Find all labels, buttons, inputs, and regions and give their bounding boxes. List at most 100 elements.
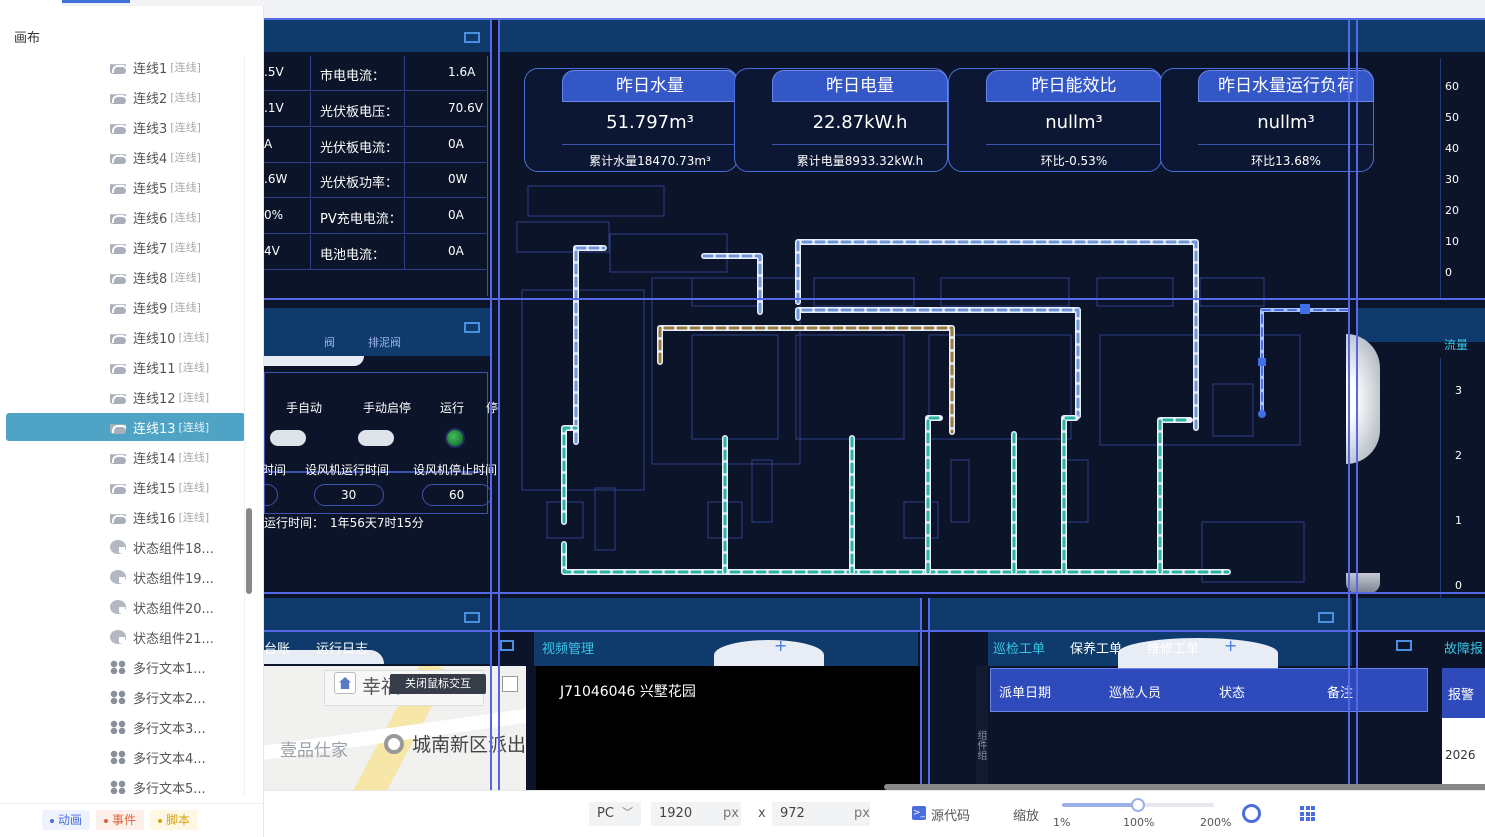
workorder-column[interactable]: 状态 — [1219, 682, 1245, 701]
video-channel: J71046046 兴墅花园 — [560, 684, 696, 700]
tab-ledger[interactable]: 台账 — [264, 638, 290, 657]
device-select[interactable]: PC ﹀ — [589, 802, 641, 826]
tab-maintenance-order[interactable]: 保养工单 — [1070, 638, 1122, 657]
panel-tab-active[interactable] — [62, 0, 130, 6]
zoom-slider[interactable] — [1062, 798, 1214, 812]
line-icon — [110, 64, 126, 74]
layer-item[interactable]: 连线16 [连线] — [6, 503, 245, 531]
stop-time-input[interactable]: 60 — [422, 484, 492, 506]
disable-map-interaction-button[interactable]: 关闭鼠标交互 — [390, 674, 486, 694]
layer-item[interactable]: 连线8 [连线] — [6, 263, 245, 291]
layer-item[interactable]: 连线3 [连线] — [6, 113, 245, 141]
layer-name: 连线7 — [133, 241, 168, 257]
layer-item[interactable]: 连线10 [连线] — [6, 323, 245, 351]
layer-item[interactable]: 连线5 [连线] — [6, 173, 245, 201]
axis-tick: 30 — [1445, 173, 1459, 186]
tab-script[interactable]: 脚本 — [150, 810, 199, 830]
tab-repair-order[interactable]: 维修工单 — [1147, 638, 1199, 657]
auto-toggle[interactable] — [270, 430, 306, 446]
layer-item[interactable]: 多行文本1... — [6, 653, 245, 681]
layer-name: 连线10 — [133, 331, 176, 347]
dashboard-board[interactable]: .5V 市电电流： 1.6A .1V 光伏板电压： 70.6V A 光伏板电流： 0A .6W 光伏… — [264, 18, 1485, 790]
manual-toggle[interactable] — [358, 430, 394, 446]
tab-run-log[interactable]: 运行日志 — [316, 638, 368, 657]
layer-item[interactable]: 连线9 [连线] — [6, 293, 245, 321]
metric-row: A 光伏板电流： 0A — [264, 127, 488, 163]
canvas-width-input[interactable]: 1920 px — [651, 802, 741, 826]
design-canvas[interactable]: .5V 市电电流： 1.6A .1V 光伏板电压： 70.6V A 光伏板电流： 0A .6W 光伏… — [264, 0, 1485, 790]
layer-tag: [连线] — [170, 301, 201, 314]
layer-item[interactable]: 多行文本2... — [6, 683, 245, 711]
metric-value: 1.6A — [448, 65, 476, 79]
line-icon — [110, 514, 126, 524]
panel-maximize-icon[interactable] — [1318, 612, 1334, 623]
panel-maximize-icon[interactable] — [464, 612, 480, 623]
line-icon — [110, 334, 126, 344]
map-label-poi: 壹品仕家 — [280, 741, 348, 761]
panel-maximize-icon[interactable] — [464, 322, 480, 333]
tab-inspection-order[interactable]: 巡检工单 — [993, 638, 1045, 657]
layer-item[interactable]: 状态组件21... — [6, 623, 245, 651]
layer-name: 连线12 — [133, 391, 176, 407]
layer-item[interactable]: 连线7 [连线] — [6, 233, 245, 261]
grid-icon[interactable] — [1300, 806, 1315, 821]
line-icon — [110, 304, 126, 314]
line-icon — [110, 94, 126, 104]
layer-tag: [连线] — [170, 91, 201, 104]
line-icon — [110, 484, 126, 494]
reset-zoom-icon[interactable] — [1242, 804, 1261, 823]
running-indicator — [445, 428, 465, 448]
process-pipeline-diagram[interactable] — [500, 52, 1358, 598]
workorder-column[interactable]: 派单日期 — [999, 682, 1051, 701]
layer-item[interactable]: 连线2 [连线] — [6, 83, 245, 111]
metric-row: 0% PV充电电流： 0A — [264, 199, 488, 235]
metrics-table: .5V 市电电流： 1.6A .1V 光伏板电压： 70.6V A 光伏板电流： 0A .6W 光伏… — [264, 56, 488, 296]
line-icon — [110, 424, 126, 434]
panel-maximize-icon[interactable] — [1396, 640, 1412, 651]
tab-event[interactable]: 事件 — [96, 810, 145, 830]
panel-maximize-icon[interactable] — [464, 32, 480, 43]
expand-icon[interactable] — [502, 676, 518, 692]
layer-item[interactable]: 状态组件20... — [6, 593, 245, 621]
layer-item[interactable]: 连线1 [连线] — [6, 53, 245, 81]
layer-name: 连线13 — [133, 421, 176, 437]
layer-item[interactable]: 多行文本3... — [6, 713, 245, 741]
line-icon — [110, 364, 126, 374]
layer-item[interactable]: 连线13 [连线] — [6, 413, 245, 441]
layer-item[interactable]: 连线15 [连线] — [6, 473, 245, 501]
metric-label: 光伏板电流： — [320, 140, 399, 156]
line-icon — [110, 184, 126, 194]
metric-row: .5V 市电电流： 1.6A — [264, 56, 488, 91]
run-time-input[interactable]: 30 — [314, 484, 384, 506]
layer-item[interactable]: 状态组件18... — [6, 533, 245, 561]
layer-item[interactable]: 多行文本4... — [6, 743, 245, 771]
workorder-column[interactable]: 巡检人员 — [1109, 682, 1161, 701]
layer-item[interactable]: 连线4 [连线] — [6, 143, 245, 171]
layer-item[interactable]: 连线12 [连线] — [6, 383, 245, 411]
layer-name: 连线2 — [133, 91, 168, 107]
zoom-tick-mid: 100% — [1123, 816, 1155, 829]
layer-scrollbar[interactable] — [246, 508, 252, 594]
layer-item[interactable]: 状态组件19... — [6, 563, 245, 591]
add-icon[interactable]: + — [774, 636, 787, 655]
panel-header-metrics — [264, 18, 492, 52]
layer-item[interactable]: 连线6 [连线] — [6, 203, 245, 231]
layer-item[interactable]: 连线11 [连线] — [6, 353, 245, 381]
layer-item[interactable]: 多行文本5... — [6, 773, 245, 801]
source-code-button[interactable]: 源代码 — [931, 805, 970, 824]
panel-maximize-icon[interactable] — [500, 640, 514, 651]
panel-header-workorder — [930, 598, 1352, 632]
zoom-slider-handle[interactable] — [1131, 798, 1145, 812]
status-icon — [110, 540, 126, 554]
layer-item[interactable]: 连线14 [连线] — [6, 443, 245, 471]
tab-valve[interactable]: 阀 — [324, 334, 335, 350]
add-icon[interactable]: + — [1224, 636, 1237, 655]
tab-animation[interactable]: 动画 — [42, 810, 91, 830]
layer-name: 连线1 — [133, 61, 168, 77]
panel-tab[interactable] — [130, 0, 264, 6]
tab-sludge-valve[interactable]: 排泥阀 — [368, 334, 401, 350]
map-widget[interactable]: 幸福 关闭鼠标交互 壹品仕家 城南新区派出 — [264, 666, 526, 790]
home-icon — [334, 672, 356, 694]
canvas-height-input[interactable]: 972 px — [772, 802, 870, 826]
code-icon[interactable]: >_ — [912, 806, 926, 820]
